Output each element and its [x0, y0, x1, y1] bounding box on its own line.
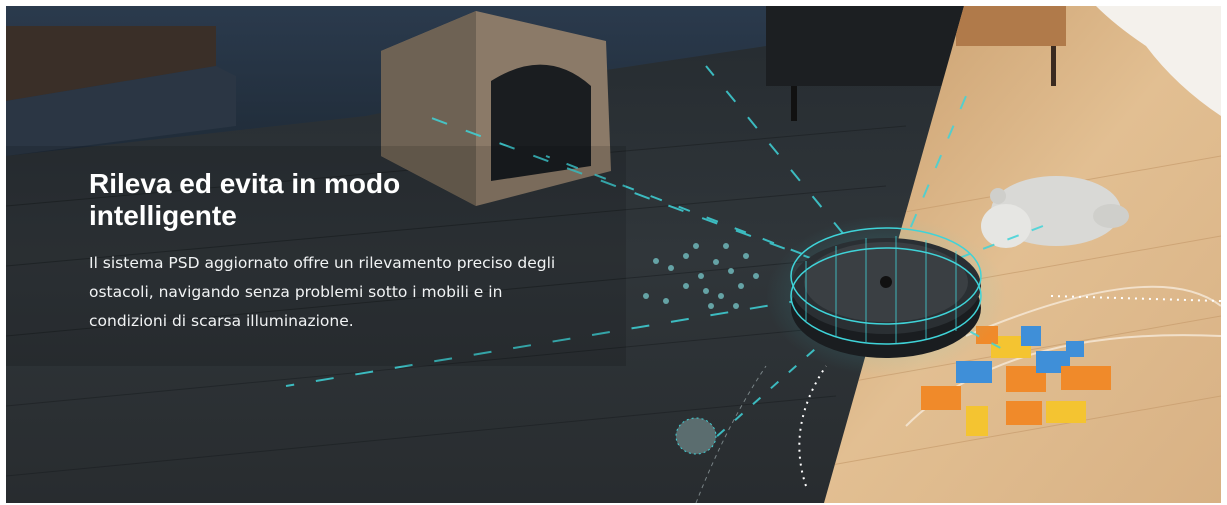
robot-vacuum: [766, 216, 1006, 376]
hero-banner: Rileva ed evita in modo intelligente Il …: [6, 6, 1221, 503]
hero-headline: Rileva ed evita in modo intelligente: [89, 168, 401, 231]
hero-description: Il sistema PSD aggiornato offre un rilev…: [89, 254, 556, 330]
small-ball: [675, 417, 717, 455]
